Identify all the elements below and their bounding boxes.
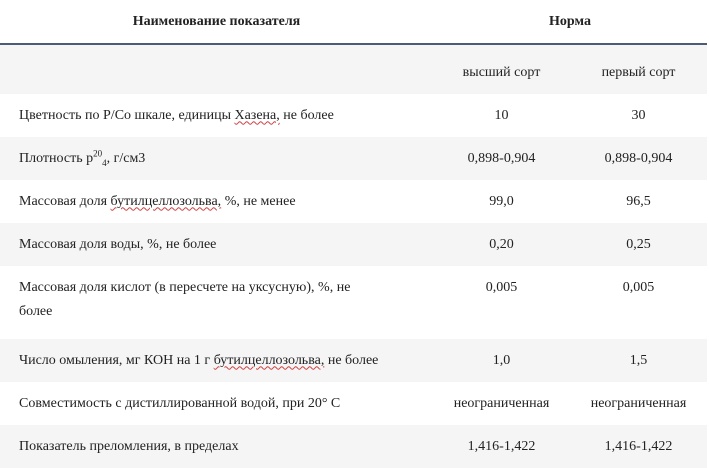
- row-value-first: неограниченная: [570, 382, 707, 425]
- row-value-top: 0,005: [433, 266, 570, 339]
- header-norm: Норма: [433, 0, 707, 45]
- table-row: Совместимость с дистиллированной водой, …: [0, 382, 707, 425]
- name-text: не более: [279, 107, 334, 123]
- row-value-first: 0,005: [570, 266, 707, 339]
- row-value-first: 30: [570, 94, 707, 137]
- row-indicator-name: Число омыления, мг КОН на 1 г бутилцелло…: [0, 339, 433, 382]
- name-text: Число омыления, мг КОН на 1 г: [19, 352, 214, 368]
- table-row: Массовая доля кислот (в пересчете на укс…: [0, 266, 707, 339]
- row-value-top: 1,0: [433, 339, 570, 382]
- name-text: %, не менее: [221, 193, 296, 209]
- table-row: Показатель преломления, в пределах 1,416…: [0, 425, 707, 468]
- name-text: , г/см3: [106, 150, 146, 166]
- row-value-top: 0,20: [433, 223, 570, 266]
- row-value-top: 1,416-1,422: [433, 425, 570, 468]
- row-indicator-name: Совместимость с дистиллированной водой, …: [0, 382, 433, 425]
- row-value-top: 99,0: [433, 180, 570, 223]
- table-row: Число омыления, мг КОН на 1 г бутилцелло…: [0, 339, 707, 382]
- row-indicator-name: Массовая доля кислот (в пересчете на укс…: [0, 266, 433, 339]
- row-value-first: 96,5: [570, 180, 707, 223]
- row-value-first: 0,898-0,904: [570, 137, 707, 180]
- specification-table: Наименование показателя Норма высший сор…: [0, 0, 707, 468]
- table-header-row: Наименование показателя Норма: [0, 0, 707, 45]
- superscript: 20: [93, 147, 103, 158]
- row-indicator-name: Плотность р204, г/см3: [0, 137, 433, 180]
- row-indicator-name: Цветность по Р/Со шкале, единицы Хазена,…: [0, 94, 433, 137]
- row-value-first: 0,25: [570, 223, 707, 266]
- row-value-top: неограниченная: [433, 382, 570, 425]
- table-row: Плотность р204, г/см3 0,898-0,904 0,898-…: [0, 137, 707, 180]
- name-text: Цветность по Р/Со шкале, единицы: [19, 107, 235, 123]
- row-indicator-name: Массовая доля воды, %, не более: [0, 223, 433, 266]
- spellcheck-word: Хазена,: [234, 107, 280, 123]
- spellcheck-word: бутилцеллозольва,: [110, 193, 222, 209]
- name-text: Плотность р: [19, 150, 94, 166]
- table-row: Массовая доля воды, %, не более 0,20 0,2…: [0, 223, 707, 266]
- name-text: Массовая доля: [19, 193, 111, 209]
- table-row: Цветность по Р/Со шкале, единицы Хазена,…: [0, 94, 707, 137]
- row-value-top: 0,898-0,904: [433, 137, 570, 180]
- row-indicator-name: Показатель преломления, в пределах: [0, 425, 433, 468]
- header-indicator-name: Наименование показателя: [0, 0, 433, 45]
- name-text: не более: [324, 352, 379, 368]
- subheader-grade-first: первый сорт: [570, 44, 707, 94]
- row-value-first: 1,416-1,422: [570, 425, 707, 468]
- subheader-empty-cell: [0, 44, 433, 94]
- table-subheader-row: высший сорт первый сорт: [0, 44, 707, 94]
- name-text: Массовая доля кислот (в пересчете на укс…: [19, 280, 351, 295]
- table-row: Массовая доля бутилцеллозольва, %, не ме…: [0, 180, 707, 223]
- subheader-grade-top: высший сорт: [433, 44, 570, 94]
- row-value-top: 10: [433, 94, 570, 137]
- row-indicator-name: Массовая доля бутилцеллозольва, %, не ме…: [0, 180, 433, 223]
- name-text: более: [19, 304, 53, 319]
- row-value-first: 1,5: [570, 339, 707, 382]
- spellcheck-word: бутилцеллозольва,: [213, 352, 325, 368]
